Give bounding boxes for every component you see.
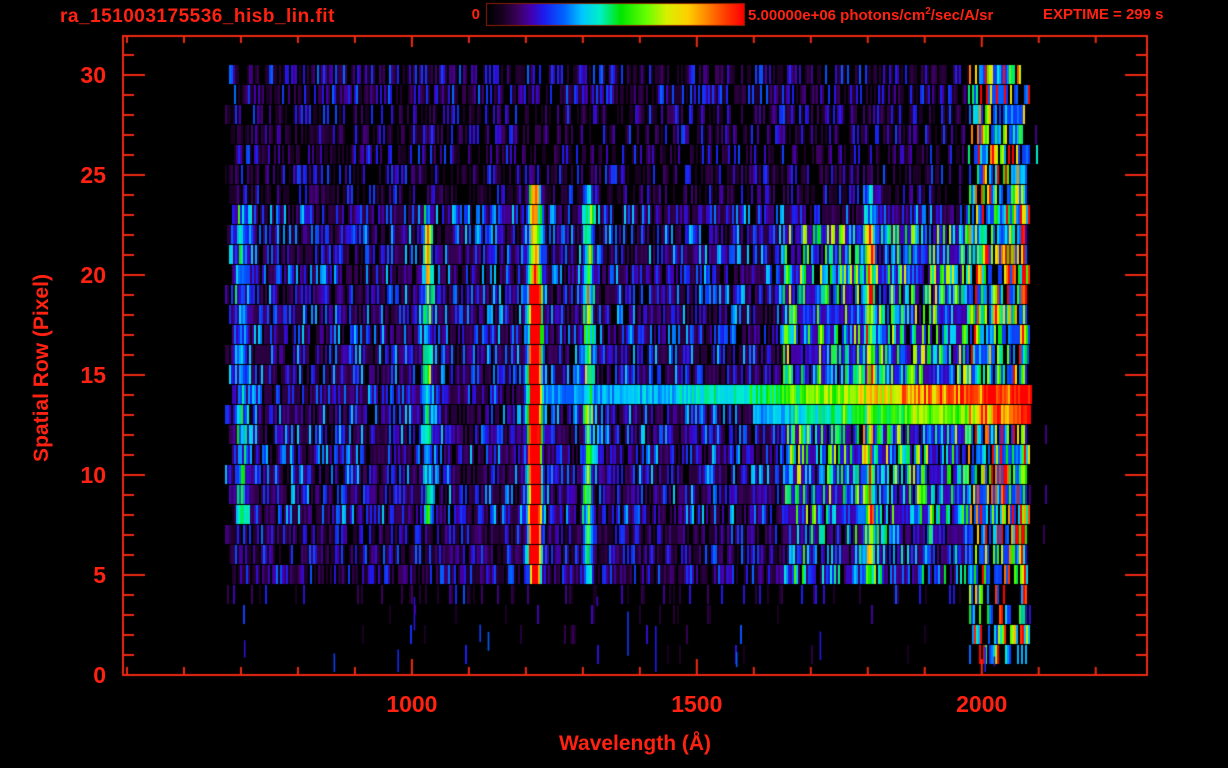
spectrogram-figure: ra_151003175536_hisb_lin.fit 0 5.00000e+…	[0, 0, 1228, 768]
y-tick-label: 30	[0, 62, 106, 88]
colorbar-units-suffix: /sec/A/sr	[931, 7, 994, 24]
y-tick-label: 0	[0, 662, 106, 688]
colorbar-max-value: 5.00000e+06	[748, 7, 836, 24]
x-axis-title: Wavelength (Å)	[123, 732, 1147, 756]
y-tick-label: 25	[0, 162, 106, 188]
colorbar-min-label: 0	[460, 6, 480, 23]
colorbar-max-label: 5.00000e+06 photons/cm2/sec/A/sr	[748, 6, 993, 24]
x-tick-label: 1000	[352, 691, 472, 718]
heatmap-canvas	[0, 0, 1228, 768]
y-axis-title: Spatial Row (Pixel)	[30, 274, 54, 462]
y-tick-label: 10	[0, 462, 106, 488]
x-tick-label: 1500	[637, 691, 757, 718]
exptime-label: EXPTIME = 299 s	[1043, 6, 1163, 23]
colorbar-units-prefix: photons/cm	[836, 7, 925, 24]
page-title: ra_151003175536_hisb_lin.fit	[60, 6, 335, 28]
y-tick-label: 5	[0, 562, 106, 588]
x-tick-label: 2000	[922, 691, 1042, 718]
